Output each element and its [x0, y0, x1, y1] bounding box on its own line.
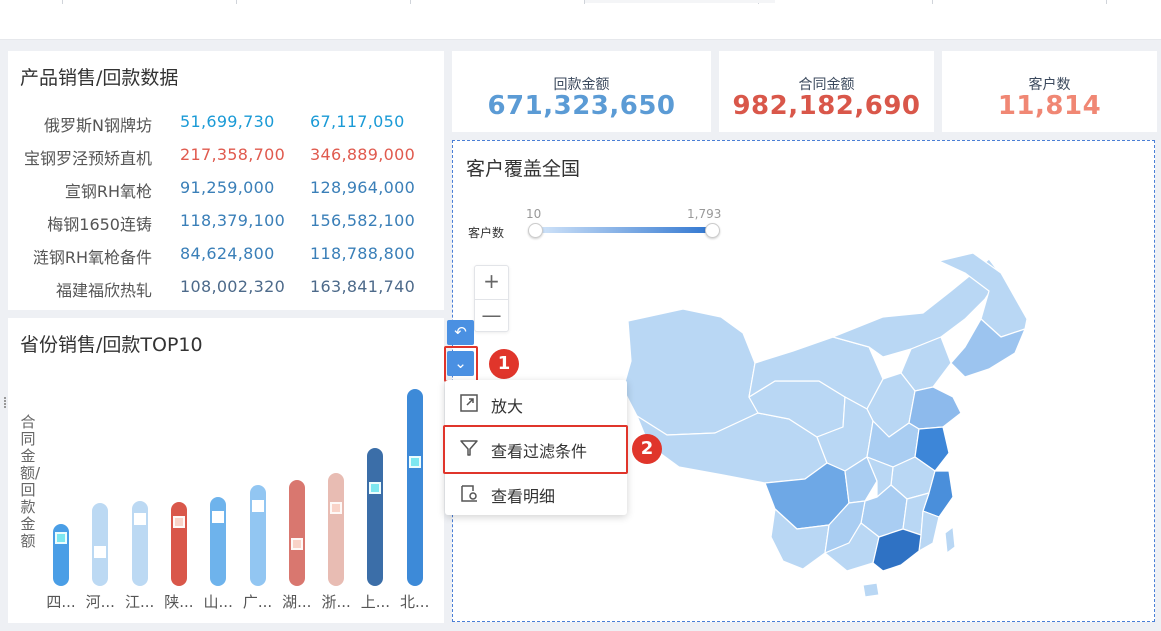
step-badge-1: 1 [489, 349, 519, 379]
marker-payment[interactable] [55, 532, 67, 544]
marker-payment[interactable] [212, 511, 225, 523]
table-row: 梅钢1650连铸 118,379,100 156,582,100 [8, 205, 444, 238]
highlight-box-view-filters [443, 425, 628, 474]
expand-icon [460, 394, 478, 412]
bar-contract[interactable] [92, 503, 109, 586]
map-region [944, 526, 956, 554]
step-badge-2: 2 [632, 434, 662, 464]
table-row: 涟钢RH氧枪备件 84,624,800 118,788,800 [8, 238, 444, 271]
map-region [908, 386, 962, 430]
tab-divider [410, 0, 411, 4]
kpi-card-payment: 回款金额 671,323,650 [452, 51, 711, 132]
x-tick-label: 北... [400, 593, 430, 611]
marker-payment[interactable] [290, 538, 303, 550]
product-name: 宣钢RH氧枪 [64, 182, 152, 201]
product-value-2: 128,964,000 [310, 178, 416, 197]
x-tick-label: 河... [85, 593, 115, 611]
x-tick-label: 湖... [282, 593, 312, 611]
product-value-1: 118,379,100 [180, 211, 286, 230]
product-value-2: 67,117,050 [310, 112, 405, 131]
x-tick-label: 广... [242, 593, 273, 611]
back-button[interactable]: ↶ [447, 320, 474, 345]
marker-payment[interactable] [251, 500, 264, 512]
bar-contract[interactable] [328, 473, 345, 586]
x-tick-label: 四... [46, 593, 76, 611]
table-row: 俄罗斯N钢牌坊 51,699,730 67,117,050 [8, 106, 444, 139]
table-row: 宣钢RH氧枪 91,259,000 128,964,000 [8, 172, 444, 205]
product-name: 宝钢罗泾预矫直机 [23, 149, 152, 168]
marker-payment[interactable] [330, 502, 343, 514]
menu-item-label: 放大 [491, 397, 524, 416]
map-region [622, 308, 759, 436]
tab-active[interactable] [585, 0, 775, 3]
kpi-card-customers: 客户数 11,814 [942, 51, 1157, 132]
x-tick-label: 浙... [321, 593, 351, 611]
panel-title: 省份销售/回款TOP10 [20, 334, 203, 356]
product-value-2: 163,841,740 [310, 277, 416, 296]
kpi-value: 982,182,690 [732, 91, 921, 121]
menu-item-enlarge[interactable]: 放大 [445, 381, 627, 426]
tab-divider [236, 0, 237, 4]
table-row: 宝钢罗泾预矫直机 217,358,700 346,889,000 [8, 139, 444, 172]
product-value-1: 108,002,320 [180, 277, 286, 296]
map-region [862, 582, 880, 598]
province-bar-chart-panel: 省份销售/回款TOP10 合同金额/回款金额 四... 河... 江... 陕... 山… [8, 318, 444, 623]
kpi-value: 671,323,650 [487, 91, 676, 121]
product-name: 涟钢RH氧枪备件 [32, 248, 152, 267]
product-value-2: 156,582,100 [310, 211, 416, 230]
x-tick-label: 山... [203, 593, 233, 611]
product-value-1: 91,259,000 [180, 178, 275, 197]
tab-divider [932, 0, 933, 4]
menu-item-view-details[interactable]: 查看明细 [445, 471, 627, 516]
product-name: 福建福欣热轧 [55, 281, 152, 300]
product-sales-panel: 产品销售/回款数据 俄罗斯N钢牌坊 51,699,730 67,117,050 … [8, 51, 444, 310]
table-row: 福建福欣热轧 108,002,320 163,841,740 [8, 271, 444, 304]
marker-payment[interactable] [172, 516, 185, 528]
bar-contract[interactable] [288, 480, 305, 586]
panel-title: 产品销售/回款数据 [20, 67, 179, 89]
detail-icon [461, 485, 477, 502]
map-region [918, 510, 940, 552]
product-name: 梅钢1650连铸 [47, 215, 152, 234]
product-value-2: 346,889,000 [310, 145, 416, 164]
bar-contract[interactable] [170, 502, 187, 586]
marker-payment[interactable] [133, 513, 146, 525]
x-tick-label: 江... [124, 593, 155, 611]
marker-payment[interactable] [408, 456, 421, 468]
marker-payment[interactable] [369, 482, 382, 494]
x-tick-label: 陕... [164, 593, 194, 611]
highlight-box-dropdown [444, 346, 478, 382]
resize-grip-icon[interactable] [4, 396, 10, 410]
product-value-2: 118,788,800 [310, 244, 416, 263]
product-value-1: 84,624,800 [180, 244, 275, 263]
y-axis-label: 合同金额/回款金额 [20, 413, 41, 550]
menu-item-label: 查看明细 [491, 487, 556, 506]
kpi-value: 11,814 [997, 91, 1102, 121]
marker-payment[interactable] [94, 546, 107, 558]
tab-divider [62, 0, 63, 4]
bar-contract[interactable] [367, 448, 384, 586]
bar-contract[interactable] [406, 389, 423, 586]
tab-divider [1106, 0, 1107, 4]
product-value-1: 51,699,730 [180, 112, 275, 131]
kpi-card-contract: 合同金额 982,182,690 [719, 51, 934, 132]
x-tick-label: 上... [360, 593, 391, 611]
top-tab-bar [0, 0, 1161, 40]
product-name: 俄罗斯N钢牌坊 [44, 116, 152, 135]
product-value-1: 217,358,700 [180, 145, 286, 164]
